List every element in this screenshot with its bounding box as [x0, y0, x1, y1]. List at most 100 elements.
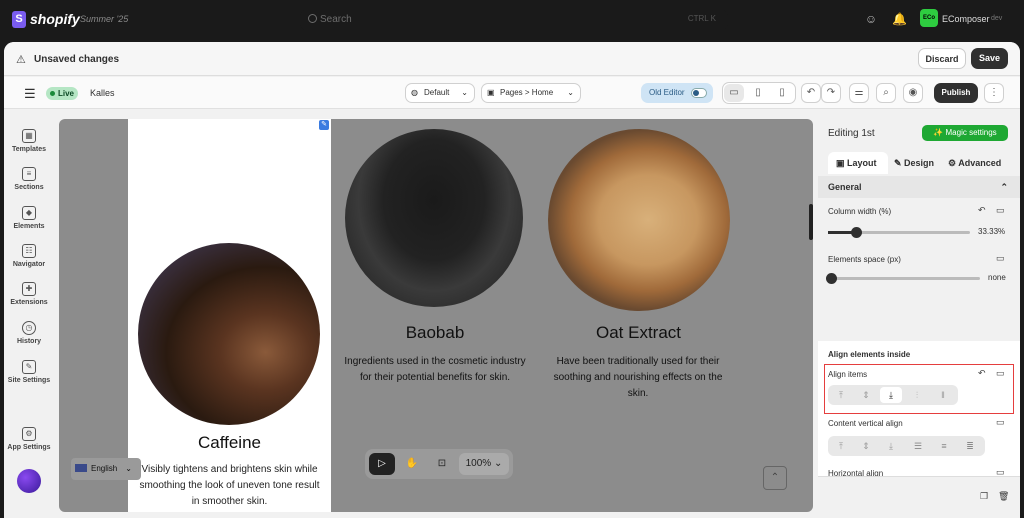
align-top-icon[interactable]: ⤒: [830, 387, 852, 403]
column-text[interactable]: Have been traditionally used for their s…: [545, 354, 731, 402]
sidebar-item-navigator[interactable]: ☷ Navigator: [4, 242, 54, 268]
sidebar-item-app-settings[interactable]: ⚙ App Settings: [4, 425, 54, 451]
sidebar-item-site-settings[interactable]: ✎ Site Settings: [4, 358, 54, 384]
canvas-scrollbar[interactable]: [809, 204, 813, 240]
discard-button[interactable]: Discard: [918, 48, 966, 69]
column-text[interactable]: Visibly tightens and brightens skin whil…: [136, 462, 323, 510]
baobab-image[interactable]: [345, 129, 523, 307]
old-editor-toggle[interactable]: Old Editor: [641, 83, 713, 103]
eye-icon[interactable]: ◉: [903, 83, 923, 103]
magic-wand-icon: ✨: [933, 128, 946, 137]
extensions-icon: ✚: [22, 282, 36, 296]
desktop-icon[interactable]: ▭: [996, 368, 1005, 379]
page-canvas[interactable]: Caffeine Visibly tightens and brightens …: [59, 119, 813, 512]
templates-icon: ▦: [22, 129, 36, 143]
general-section-header[interactable]: General ⌃: [818, 176, 1020, 198]
tab-design[interactable]: ✎ Design: [894, 152, 944, 174]
sidebar-item-extensions[interactable]: ✚ Extensions: [4, 280, 54, 306]
column-title[interactable]: Caffeine: [128, 433, 331, 453]
sidebar-item-history[interactable]: ◷ History: [4, 319, 54, 345]
slider-knob[interactable]: [826, 273, 837, 284]
focus-icon[interactable]: ⊡: [429, 453, 455, 475]
panel-footer: ❐ 🗑: [818, 476, 1020, 518]
store-tag: dev: [991, 15, 1003, 22]
tab-advanced[interactable]: ⚙ Advanced: [948, 152, 1010, 174]
align-center-icon[interactable]: ⇕: [855, 438, 877, 454]
elements-space-slider[interactable]: [826, 273, 980, 284]
column-width-slider[interactable]: [828, 227, 970, 238]
settings-panel: Editing 1st ✨ Magic settings ▣ Layout ✎ …: [818, 119, 1020, 518]
more-icon[interactable]: ⋮: [984, 83, 1004, 103]
oat-extract-image[interactable]: [548, 129, 730, 311]
menu-icon[interactable]: ☰: [24, 86, 36, 102]
column-title[interactable]: Baobab: [335, 323, 535, 343]
edit-pencil-icon[interactable]: ✎: [319, 120, 329, 130]
brand-name[interactable]: shopify: [30, 11, 80, 27]
canvas-tools: ▷ ✋ ⊡ 100% ⌄: [365, 449, 513, 479]
unsaved-title: Unsaved changes: [34, 54, 120, 65]
reset-icon[interactable]: ↶: [978, 368, 986, 379]
language-selector[interactable]: English ⌄: [71, 458, 141, 480]
column-text[interactable]: Ingredients used in the cosmetic industr…: [342, 354, 528, 386]
chevron-down-icon: ⌄: [567, 88, 574, 97]
column-title[interactable]: Oat Extract: [537, 323, 740, 343]
tab-layout[interactable]: ▣ Layout: [828, 152, 888, 174]
selected-column[interactable]: Caffeine Visibly tightens and brightens …: [128, 119, 331, 512]
space-around-icon[interactable]: ≡: [933, 438, 955, 454]
template-dropdown[interactable]: ◍ Default ⌄: [405, 83, 475, 103]
space-between-icon[interactable]: ☰: [907, 438, 929, 454]
publish-button[interactable]: Publish: [934, 83, 978, 103]
align-bottom-icon[interactable]: ⤓: [880, 387, 902, 403]
panel-title: Editing 1st: [828, 128, 875, 139]
caffeine-image[interactable]: [138, 243, 320, 425]
tablet-icon[interactable]: ▯: [748, 84, 768, 102]
slider-knob[interactable]: [851, 227, 863, 238]
desktop-icon[interactable]: ▭: [996, 205, 1005, 216]
space-evenly-icon[interactable]: ≣: [959, 438, 981, 454]
edition-label: Summer '25: [80, 14, 129, 24]
align-stretch-icon[interactable]: ‖: [932, 387, 954, 403]
mobile-icon[interactable]: ▯: [772, 84, 792, 102]
pointer-icon[interactable]: ▷: [369, 453, 395, 475]
desktop-icon[interactable]: ▭: [996, 417, 1005, 428]
align-top-icon[interactable]: ⤒: [830, 438, 852, 454]
search-bar[interactable]: Search CTRL K: [300, 9, 728, 31]
sidebar-item-templates[interactable]: ▦ Templates: [4, 127, 54, 153]
app-logo-icon[interactable]: [17, 469, 41, 493]
toggle-switch[interactable]: [691, 88, 707, 98]
sidebar-item-elements[interactable]: ◆ Elements: [4, 204, 54, 230]
content-vertical-group: ⤒ ⇕ ⤓ ☰ ≡ ≣: [828, 436, 985, 456]
desktop-icon[interactable]: ▭: [996, 253, 1005, 264]
desktop-icon[interactable]: ▭: [724, 84, 744, 102]
page-dropdown[interactable]: ▣ Pages > Home ⌄: [481, 83, 581, 103]
save-button[interactable]: Save: [971, 48, 1008, 69]
elements-space-value: none: [988, 273, 1006, 282]
store-name[interactable]: EComposer: [942, 14, 990, 24]
zoom-dropdown[interactable]: 100% ⌄: [459, 453, 509, 475]
align-section-title: Align elements inside: [828, 350, 911, 359]
search-replace-icon[interactable]: ⌕: [876, 83, 896, 103]
copy-icon[interactable]: ❐: [980, 491, 988, 502]
settings-sliders-icon[interactable]: ⚌: [849, 83, 869, 103]
shopify-logo-icon[interactable]: S: [12, 11, 26, 28]
hand-icon[interactable]: ✋: [399, 453, 425, 475]
sidebar-item-sections[interactable]: ≡ Sections: [4, 165, 54, 191]
bell-icon[interactable]: 🔔: [892, 12, 907, 26]
scroll-top-button[interactable]: ⌃: [763, 466, 787, 490]
column-width-label: Column width (%): [828, 207, 892, 216]
sidekick-icon[interactable]: ☺: [864, 12, 878, 26]
align-bottom-icon[interactable]: ⤓: [880, 438, 902, 454]
search-placeholder: Search: [320, 14, 352, 25]
magic-settings-button[interactable]: ✨ Magic settings: [922, 125, 1008, 141]
sidebar-item-label: Site Settings: [7, 377, 51, 384]
tab-label: Layout: [847, 158, 877, 168]
reset-icon[interactable]: ↶: [978, 205, 986, 216]
trash-icon[interactable]: 🗑: [998, 491, 1009, 502]
sidebar-item-label: Elements: [13, 223, 45, 230]
align-baseline-icon[interactable]: ⫶: [906, 387, 928, 403]
undo-icon[interactable]: ↶: [801, 83, 821, 103]
store-avatar[interactable]: ECo: [920, 9, 938, 27]
align-center-icon[interactable]: ⇕: [855, 387, 877, 403]
language-label: English: [91, 464, 118, 473]
redo-icon[interactable]: ↷: [821, 83, 841, 103]
